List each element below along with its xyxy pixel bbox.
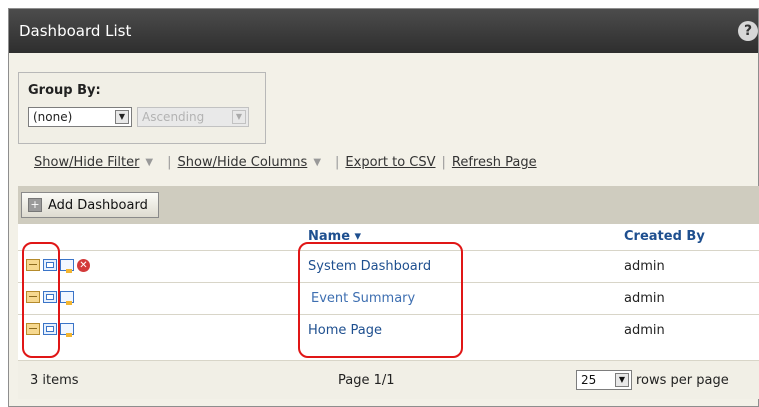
table-row: Event Summary admin	[18, 282, 759, 314]
item-count: 3 items	[30, 373, 79, 388]
row-actions	[26, 291, 74, 305]
group-by-order-value: Ascending	[142, 110, 205, 124]
column-header-created-by[interactable]: Created By	[624, 229, 705, 244]
created-by-cell: admin	[624, 259, 665, 274]
created-by-cell: admin	[624, 291, 665, 306]
link-separator: |	[167, 155, 172, 170]
chevron-down-icon: ▼	[615, 373, 629, 387]
chevron-down-icon: ▼	[115, 110, 129, 124]
chevron-down-icon[interactable]: ▼	[313, 157, 321, 168]
dashboard-name-link[interactable]: Event Summary	[311, 291, 415, 306]
table-row: Home Page admin	[18, 314, 759, 346]
refresh-page-link[interactable]: Refresh Page	[452, 155, 537, 170]
copy-icon[interactable]	[43, 291, 57, 303]
table-footer: 3 items Page 1/1 25 ▼ rows per page	[18, 360, 759, 399]
delete-icon[interactable]: ✕	[77, 259, 90, 272]
table-row: ✕ System Dashboard admin	[18, 250, 759, 282]
action-links: Show/Hide Filter ▼ | Show/Hide Columns ▼…	[34, 155, 537, 170]
chevron-down-icon[interactable]: ▼	[145, 157, 153, 168]
column-header-name[interactable]: Name ▾	[308, 229, 361, 244]
group-by-panel: Group By: (none) ▼ Ascending ▼	[18, 72, 266, 144]
rows-per-page-label: rows per page	[636, 373, 729, 388]
dashboard-name-link[interactable]: Home Page	[308, 323, 382, 338]
link-separator: |	[335, 155, 340, 170]
edit-icon[interactable]	[26, 291, 40, 303]
rows-per-page-value: 25	[581, 373, 597, 387]
message-icon[interactable]	[60, 323, 74, 337]
add-dashboard-label: Add Dashboard	[48, 197, 148, 213]
group-by-label: Group By:	[28, 83, 101, 98]
export-csv-link[interactable]: Export to CSV	[345, 155, 435, 170]
dashboard-table: Name ▾ Created By ✕ System Dashboard adm…	[18, 224, 759, 360]
created-by-cell: admin	[624, 323, 665, 338]
dashboard-name-link[interactable]: System Dashboard	[308, 259, 431, 274]
show-hide-columns-link[interactable]: Show/Hide Columns	[178, 155, 308, 170]
copy-icon[interactable]	[43, 323, 57, 335]
message-icon[interactable]	[60, 291, 74, 305]
add-dashboard-button[interactable]: + Add Dashboard	[21, 192, 159, 218]
plus-icon: +	[28, 198, 42, 212]
group-by-order-select: Ascending ▼	[137, 107, 249, 127]
copy-icon[interactable]	[43, 259, 57, 271]
row-actions	[26, 323, 74, 337]
rows-per-page-select[interactable]: 25 ▼	[576, 370, 632, 390]
window-title: Dashboard List	[19, 22, 132, 40]
group-by-field-select[interactable]: (none) ▼	[28, 107, 132, 127]
message-icon[interactable]	[60, 259, 74, 273]
chevron-down-icon: ▼	[232, 110, 246, 124]
edit-icon[interactable]	[26, 259, 40, 271]
group-by-field-value: (none)	[33, 110, 73, 124]
row-actions: ✕	[26, 259, 90, 273]
page-indicator: Page 1/1	[338, 373, 395, 388]
help-icon[interactable]: ?	[738, 21, 758, 41]
edit-icon[interactable]	[26, 323, 40, 335]
show-hide-filter-link[interactable]: Show/Hide Filter	[34, 155, 139, 170]
link-separator: |	[441, 155, 446, 170]
window-titlebar: Dashboard List ?	[9, 9, 758, 53]
